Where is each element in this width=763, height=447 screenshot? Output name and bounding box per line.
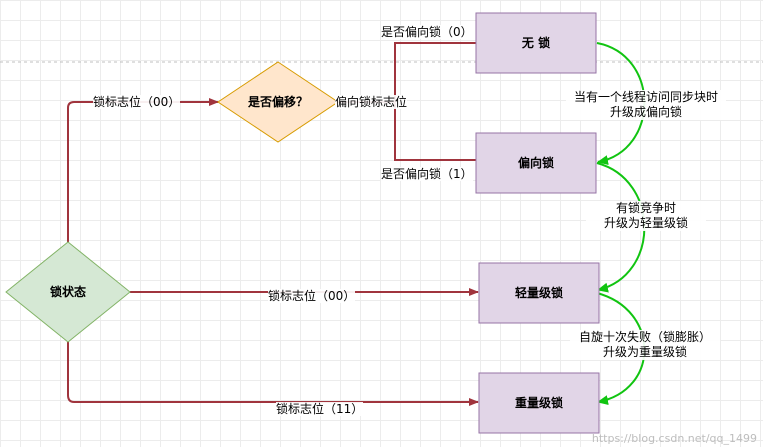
connector-lock-state-to-heavyweight-lock (67, 342, 479, 406)
node-lock-state-label: 锁状态 (49, 285, 86, 299)
connector-lock-state-to-is-biased (67, 98, 219, 242)
transition-label-2: 有锁竞争时 升级为轻量级锁 (586, 201, 706, 231)
transition-label-1-line2: 升级成偏向锁 (609, 105, 682, 119)
node-is-biased-label: 是否偏移？ (247, 95, 308, 109)
transition-label-3: 自旋十次失败（锁膨胀） 升级为重量级锁 (570, 330, 720, 360)
node-biased-lock-label: 偏向锁 (517, 156, 554, 170)
transition-label-2-line2: 升级为轻量级锁 (603, 216, 688, 230)
transition-label-3-line1: 自旋十次失败（锁膨胀） (578, 330, 711, 344)
connector-is-biased-to-no-lock (338, 42, 476, 103)
transition-label-2-line1: 有锁竞争时 (615, 201, 676, 215)
node-no-lock-label: 无 锁 (521, 36, 551, 50)
edge-label-biased-0: 是否偏向锁（0） (381, 25, 473, 39)
edge-label-bias-flag: 偏向锁标志位 (335, 95, 408, 109)
watermark: https://blog.csdn.net/qq_1499 (591, 432, 757, 445)
transition-label-3-line2: 升级为重量级锁 (602, 345, 687, 359)
edge-label-flag-00-mid: 锁标志位（00） (268, 289, 356, 303)
transition-label-1-line1: 当有一个线程访问同步块时 (573, 90, 718, 104)
node-heavyweight-lock-label: 重量级锁 (514, 396, 563, 410)
connector-is-biased-to-biased-lock (394, 102, 476, 161)
transition-label-1: 当有一个线程访问同步块时 升级成偏向锁 (566, 90, 726, 120)
node-lightweight-lock-label: 轻量级锁 (514, 286, 563, 300)
edge-label-flag-00-upper: 锁标志位（00） (93, 95, 181, 109)
edge-label-flag-11: 锁标志位（11） (276, 402, 364, 416)
edge-label-biased-1: 是否偏向锁（1） (381, 167, 473, 181)
